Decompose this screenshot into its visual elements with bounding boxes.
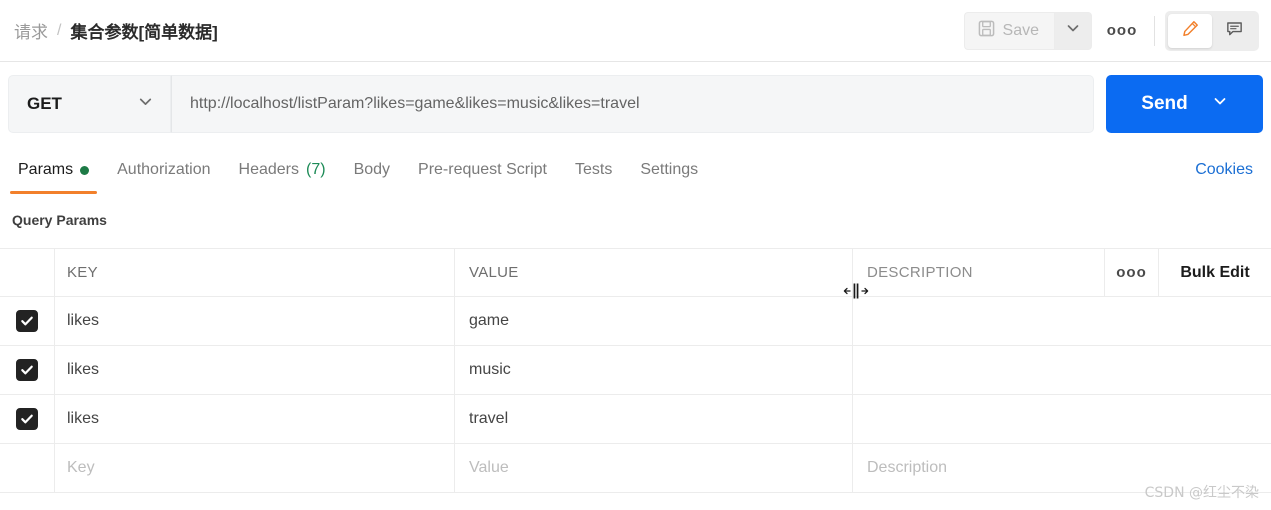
row-value[interactable]: travel [455, 395, 853, 443]
breadcrumb: 请求 / 集合参数[简单数据] [14, 18, 218, 43]
row-checkbox[interactable] [16, 359, 38, 381]
header-key: KEY [55, 249, 455, 296]
table-header-row: KEY VALUE DESCRIPTION ooo Bulk Edit [0, 249, 1271, 297]
save-group: Save [964, 12, 1092, 50]
request-more-button[interactable]: ooo [1100, 12, 1144, 50]
row-description[interactable] [852, 297, 1271, 345]
tab-params-label: Params [18, 161, 73, 179]
check-icon [20, 314, 34, 328]
row-value[interactable]: music [455, 346, 853, 394]
new-value-input[interactable]: Value [455, 444, 853, 492]
tab-params[interactable]: Params [4, 152, 103, 188]
tab-headers-label: Headers [239, 161, 299, 179]
send-label: Send [1141, 93, 1187, 115]
header-select-all-cell [0, 249, 55, 296]
tab-body-label: Body [354, 161, 390, 179]
query-params-title: Query Params [12, 212, 107, 228]
chevron-down-icon [1065, 20, 1081, 41]
table-empty-row[interactable]: Key Value Description [0, 444, 1271, 493]
row-key[interactable]: likes [55, 297, 455, 345]
tab-settings[interactable]: Settings [626, 152, 712, 188]
top-bar: 请求 / 集合参数[简单数据] Save [0, 0, 1271, 62]
check-icon [20, 412, 34, 426]
row-key[interactable]: likes [55, 395, 455, 443]
chevron-down-icon [1212, 93, 1228, 115]
method-select[interactable]: GET [8, 75, 171, 133]
request-url-row: GET http://localhost/listParam?likes=gam… [0, 62, 1271, 146]
tab-authorization-label: Authorization [117, 161, 210, 179]
table-row[interactable]: likes travel [0, 395, 1271, 444]
new-key-input[interactable]: Key [55, 444, 455, 492]
tab-tests[interactable]: Tests [561, 152, 626, 188]
url-text: http://localhost/listParam?likes=game&li… [190, 95, 640, 113]
row-checkbox-cell [0, 444, 55, 492]
comment-icon [1225, 19, 1244, 43]
table-row[interactable]: likes game [0, 297, 1271, 346]
save-button[interactable]: Save [964, 12, 1054, 50]
send-button[interactable]: Send [1106, 75, 1263, 133]
tab-pre-request-script-label: Pre-request Script [418, 161, 547, 179]
top-bar-actions: Save ooo [964, 11, 1259, 51]
check-icon [20, 363, 34, 377]
table-row[interactable]: likes music [0, 346, 1271, 395]
breadcrumb-separator: / [57, 22, 61, 40]
table-options-button[interactable]: ooo [1104, 249, 1159, 296]
row-checkbox[interactable] [16, 310, 38, 332]
header-value: VALUE [455, 249, 853, 296]
request-tabs: Params Authorization Headers (7) Body Pr… [0, 152, 1271, 196]
tab-tests-label: Tests [575, 161, 612, 179]
watermark: CSDN @红尘不染 [1145, 482, 1259, 502]
row-checkbox-cell [0, 395, 55, 443]
row-checkbox-cell [0, 297, 55, 345]
query-params-table: KEY VALUE DESCRIPTION ooo Bulk Edit like… [0, 248, 1271, 493]
ellipsis-icon: ooo [1107, 22, 1138, 39]
tab-headers[interactable]: Headers (7) [225, 152, 340, 188]
tab-headers-count: (7) [306, 161, 326, 179]
toolbar-divider [1154, 16, 1155, 46]
postman-request-view: 请求 / 集合参数[简单数据] Save [0, 0, 1271, 510]
row-value[interactable]: game [455, 297, 853, 345]
breadcrumb-parent[interactable]: 请求 [14, 18, 48, 43]
row-checkbox-cell [0, 346, 55, 394]
chevron-down-icon [137, 93, 154, 115]
modified-dot-icon [80, 166, 89, 175]
row-description[interactable] [853, 395, 1271, 443]
ellipsis-icon: ooo [1116, 264, 1147, 281]
row-description[interactable] [853, 346, 1271, 394]
method-label: GET [27, 94, 62, 114]
cookies-link[interactable]: Cookies [1195, 152, 1253, 188]
row-key[interactable]: likes [55, 346, 455, 394]
tab-body[interactable]: Body [340, 152, 404, 188]
tab-authorization[interactable]: Authorization [103, 152, 224, 188]
edit-mode-button[interactable] [1168, 14, 1212, 48]
bulk-edit-button[interactable]: Bulk Edit [1159, 249, 1271, 296]
tab-settings-label: Settings [640, 161, 698, 179]
save-options-button[interactable] [1054, 12, 1092, 50]
row-checkbox[interactable] [16, 408, 38, 430]
pencil-icon [1181, 19, 1200, 43]
tab-pre-request-script[interactable]: Pre-request Script [404, 152, 561, 188]
url-input[interactable]: http://localhost/listParam?likes=game&li… [171, 75, 1094, 133]
view-mode-group [1165, 11, 1259, 51]
save-disk-icon [978, 20, 995, 42]
save-label: Save [1003, 22, 1039, 40]
comments-button[interactable] [1212, 14, 1256, 48]
breadcrumb-current: 集合参数[简单数据] [70, 18, 217, 43]
header-description: DESCRIPTION [853, 249, 1104, 296]
